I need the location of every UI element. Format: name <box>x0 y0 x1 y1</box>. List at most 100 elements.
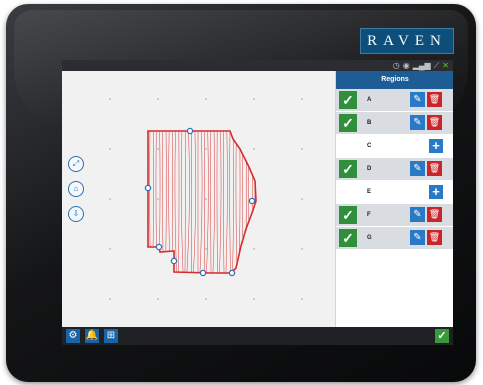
check-icon[interactable]: ✓ <box>339 229 357 247</box>
field-map[interactable]: ⤢ ⌂ ⇩ <box>62 71 335 327</box>
swath-line <box>223 131 225 273</box>
swath-line <box>155 131 158 273</box>
alarm-bell-icon[interactable]: 🔔 <box>85 329 99 343</box>
grid-dot <box>205 148 207 150</box>
trash-icon[interactable]: 🗑 <box>427 92 442 107</box>
grid-dot <box>157 98 159 100</box>
grid-dots <box>109 98 303 300</box>
home-icon[interactable]: ⌂ <box>68 181 84 197</box>
grid-dot <box>205 298 207 300</box>
swath-line <box>232 131 235 273</box>
trash-icon[interactable]: 🗑 <box>427 207 442 222</box>
region-label: D <box>367 166 372 172</box>
region-label: E <box>367 189 372 195</box>
map-tools: ⤢ ⌂ ⇩ <box>68 156 84 222</box>
grid-dot <box>109 148 111 150</box>
settings-icon[interactable]: ⚙ <box>66 329 80 343</box>
grid-dot <box>205 198 207 200</box>
boundary-vertices <box>144 127 256 277</box>
grid-dot <box>301 198 303 200</box>
swath-line <box>219 131 222 273</box>
plus-icon[interactable]: + <box>429 185 443 199</box>
check-icon[interactable]: ✓ <box>339 91 357 109</box>
region-label: A <box>367 97 372 103</box>
check-icon[interactable]: ✓ <box>339 160 357 178</box>
region-row-f[interactable]: ✓ F ✎ 🗑 <box>336 204 453 227</box>
signal-icon: ▂▄▆ <box>412 61 431 70</box>
gps-icon: ◉ <box>402 61 410 70</box>
region-label: F <box>367 212 371 218</box>
swath-line <box>152 131 155 273</box>
swath-line <box>225 131 228 273</box>
boundary-vertex <box>199 269 207 277</box>
bottom-left-buttons: ⚙ 🔔 ⊞ <box>66 329 118 343</box>
swath-line <box>241 131 244 273</box>
boundary-vertex <box>144 184 152 192</box>
swath-line <box>212 131 216 273</box>
swath-line <box>199 131 203 273</box>
check-status-icon: ✕ <box>442 61 449 70</box>
swath-line <box>235 131 238 273</box>
grid-dot <box>253 248 255 250</box>
grid-dot <box>301 298 303 300</box>
region-label: B <box>367 120 372 126</box>
edit-icon[interactable]: ✎ <box>410 161 425 176</box>
raven-logo: RAVEN <box>360 28 454 54</box>
trash-icon[interactable]: 🗑 <box>427 161 442 176</box>
region-row-c[interactable]: C + <box>336 135 453 158</box>
boundary-vertex <box>186 127 194 135</box>
region-row-d[interactable]: ✓ D ✎ 🗑 <box>336 158 453 181</box>
swath-line <box>178 131 180 273</box>
confirm-check-icon[interactable]: ✓ <box>435 329 449 343</box>
swath-line <box>180 131 184 273</box>
region-row-e[interactable]: E + <box>336 181 453 204</box>
region-row-b[interactable]: ✓ B ✎ 🗑 <box>336 112 453 135</box>
status-bar: ◷ ◉ ▂▄▆ ⟋ ✕ <box>62 60 453 71</box>
status-icons: ◷ ◉ ▂▄▆ ⟋ ✕ <box>393 60 449 71</box>
map-canvas[interactable] <box>62 71 335 327</box>
region-row-a[interactable]: ✓ A ✎ 🗑 <box>336 89 453 112</box>
display-screen: ◷ ◉ ▂▄▆ ⟋ ✕ ⤢ ⌂ ⇩ Regions ✓ A ✎ 🗑 ✓ B ✎ … <box>62 60 453 345</box>
clock-icon: ◷ <box>392 61 400 70</box>
bottom-toolbar: ⚙ 🔔 ⊞ ✓ <box>62 327 453 345</box>
swath-line <box>149 131 151 273</box>
swath-line <box>161 131 164 273</box>
plus-icon[interactable]: + <box>429 139 443 153</box>
grid-dot <box>253 298 255 300</box>
swath-line <box>186 131 190 273</box>
trash-icon[interactable]: 🗑 <box>427 230 442 245</box>
boundary-vertex <box>248 197 256 205</box>
grid-dot <box>253 98 255 100</box>
swath-line <box>192 131 197 273</box>
satellite-icon: ⟋ <box>433 61 440 70</box>
boundary-vertex <box>170 257 178 265</box>
check-icon[interactable]: ✓ <box>339 206 357 224</box>
regions-header: Regions <box>336 71 453 89</box>
boundary-vertex <box>228 269 236 277</box>
zoom-extents-icon[interactable]: ⤢ <box>68 156 84 172</box>
swath-line <box>158 131 161 273</box>
grid-dot <box>157 148 159 150</box>
grid-dot <box>109 298 111 300</box>
field-view-icon[interactable]: ⇩ <box>68 206 84 222</box>
swath-line <box>245 131 247 273</box>
field-tools-icon[interactable]: ⊞ <box>104 329 118 343</box>
grid-dot <box>205 248 207 250</box>
edit-icon[interactable]: ✎ <box>410 230 425 245</box>
grid-dot <box>205 98 207 100</box>
check-icon[interactable]: ✓ <box>339 114 357 132</box>
grid-dot <box>253 148 255 150</box>
grid-dot <box>301 98 303 100</box>
edit-icon[interactable]: ✎ <box>410 92 425 107</box>
grid-dot <box>157 198 159 200</box>
region-label: G <box>367 235 372 241</box>
trash-icon[interactable]: 🗑 <box>427 115 442 130</box>
grid-dot <box>301 148 303 150</box>
grid-dot <box>109 198 111 200</box>
edit-icon[interactable]: ✎ <box>410 115 425 130</box>
region-row-g[interactable]: ✓ G ✎ 🗑 <box>336 227 453 250</box>
edit-icon[interactable]: ✎ <box>410 207 425 222</box>
swath-line <box>168 131 171 273</box>
swath-line <box>171 131 173 273</box>
grid-dot <box>109 248 111 250</box>
